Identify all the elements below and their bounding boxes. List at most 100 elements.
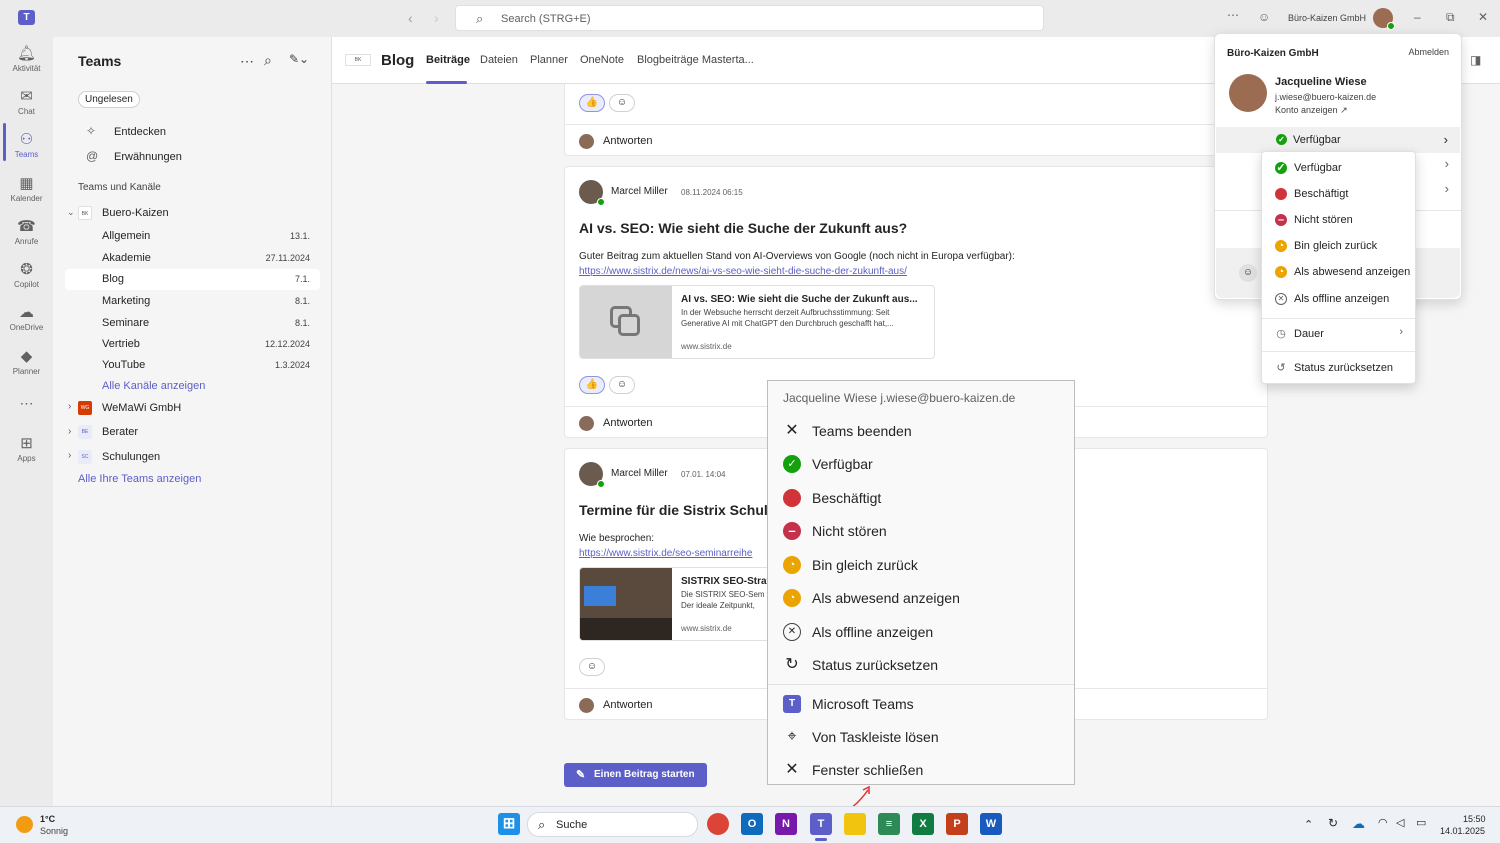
link-preview[interactable]: AI vs. SEO: Wie sieht die Suche der Zuku…: [579, 285, 935, 359]
add-reaction-icon[interactable]: ☺: [609, 376, 635, 394]
menu-item-offline[interactable]: ✕ Als offline anzeigen: [1262, 286, 1415, 312]
discover-link[interactable]: Entdecken: [114, 126, 166, 138]
reply-button[interactable]: Antworten: [603, 135, 653, 147]
menu-item-away[interactable]: ◔ Als abwesend anzeigen: [1262, 259, 1415, 285]
add-reaction-icon[interactable]: ☺: [579, 658, 605, 676]
word-icon[interactable]: W: [980, 813, 1002, 835]
like-reaction[interactable]: 👍: [579, 376, 605, 394]
post-link[interactable]: https://www.sistrix.de/seo-seminarreihe: [579, 548, 752, 559]
compose-icon[interactable]: ✎⌄: [289, 52, 309, 66]
menu-item-brb[interactable]: ◔ Bin gleich zurück: [1262, 233, 1415, 259]
jumplist-item-dnd[interactable]: – Nicht stören: [768, 514, 1074, 547]
rail-item-calendar[interactable]: ▦ Kalender: [0, 174, 53, 203]
jumplist-item-close-window[interactable]: ✕ Fenster schließen: [768, 753, 1074, 786]
tab-posts[interactable]: Beiträge: [426, 54, 470, 66]
tab-planner[interactable]: Planner: [530, 54, 568, 66]
chevron-right-icon[interactable]: ›: [68, 426, 71, 437]
file-explorer-icon[interactable]: [844, 813, 866, 835]
volume-icon[interactable]: ◁: [1396, 816, 1404, 829]
back-arrow-icon[interactable]: ‹: [408, 10, 413, 26]
powerpoint-icon[interactable]: P: [946, 813, 968, 835]
channel-item[interactable]: Marketing 8.1.: [65, 291, 320, 312]
channel-item[interactable]: Akademie 27.11.2024: [65, 248, 320, 269]
side-panel-icon[interactable]: ◨: [1470, 53, 1481, 67]
rail-item-apps[interactable]: ⊞ Apps: [0, 434, 53, 463]
chevron-right-icon[interactable]: ›: [1445, 181, 1449, 196]
chevron-down-icon[interactable]: ⌄: [67, 207, 75, 218]
outlook-icon[interactable]: O: [741, 813, 763, 835]
rail-more-icon[interactable]: ⋯: [0, 395, 53, 412]
taskbar-search[interactable]: ⌕ Suche: [527, 812, 698, 837]
menu-item-available[interactable]: ✓ Verfügbar: [1262, 155, 1415, 181]
rail-item-chat[interactable]: ✉ Chat: [0, 87, 53, 116]
like-reaction[interactable]: 👍: [579, 94, 605, 112]
rail-item-copilot[interactable]: ❂ Copilot: [0, 260, 53, 289]
team-name[interactable]: Berater: [102, 426, 138, 438]
jumplist-item-offline[interactable]: ✕ Als offline anzeigen: [768, 615, 1074, 648]
jumplist-item-app[interactable]: T Microsoft Teams: [768, 687, 1074, 720]
more-options-icon[interactable]: ⋯: [1227, 8, 1239, 22]
forward-arrow-icon[interactable]: ›: [434, 10, 439, 26]
team-name[interactable]: WeMaWi GmbH: [102, 402, 181, 414]
chevron-up-icon[interactable]: ⌃: [1304, 818, 1313, 831]
windows-start-icon[interactable]: ⊞: [498, 813, 520, 835]
jumplist-item-quit[interactable]: ✕ Teams beenden: [768, 414, 1074, 447]
people-icon[interactable]: ☺: [1258, 10, 1270, 24]
rail-item-onedrive[interactable]: ☁ OneDrive: [0, 303, 53, 332]
teams-taskbar-icon[interactable]: T: [810, 813, 832, 835]
onenote-icon[interactable]: N: [775, 813, 797, 835]
rail-item-activity[interactable]: 🔔︎ Aktivität: [0, 44, 53, 73]
jumplist-item-unpin[interactable]: ⌖ Von Taskleiste lösen: [768, 720, 1074, 753]
battery-icon[interactable]: ▭: [1416, 816, 1426, 829]
rail-item-teams[interactable]: ⚇ Teams: [0, 130, 53, 159]
mentions-link[interactable]: Erwähnungen: [114, 151, 182, 163]
team-name[interactable]: Schulungen: [102, 451, 160, 463]
menu-item-dnd[interactable]: – Nicht stören: [1262, 207, 1415, 233]
rail-item-planner[interactable]: ◆ Planner: [0, 347, 53, 376]
post-author[interactable]: Marcel Miller: [611, 468, 668, 479]
channel-item[interactable]: Vertrieb 12.12.2024: [65, 334, 320, 355]
menu-item-duration[interactable]: ◷ Dauer ›: [1262, 321, 1415, 347]
channel-item[interactable]: Seminare 8.1.: [65, 313, 320, 334]
search-icon[interactable]: ⌕: [264, 52, 272, 69]
chevron-right-icon[interactable]: ›: [68, 450, 71, 461]
jumplist-item-available[interactable]: ✓ Verfügbar: [768, 447, 1074, 480]
chevron-right-icon[interactable]: ›: [68, 401, 71, 412]
view-account-link[interactable]: Konto anzeigen ↗: [1275, 105, 1348, 116]
window-close-icon[interactable]: ✕: [1478, 10, 1488, 24]
rail-item-calls[interactable]: ☎ Anrufe: [0, 217, 53, 246]
start-post-button[interactable]: ✎ Einen Beitrag starten: [564, 763, 707, 787]
post-author[interactable]: Marcel Miller: [611, 186, 668, 197]
chevron-right-icon[interactable]: ›: [1445, 156, 1449, 171]
team-name[interactable]: Buero-Kaizen: [102, 207, 169, 219]
link-preview[interactable]: SISTRIX SEO-Strat Die SISTRIX SEO-Sem De…: [579, 567, 779, 641]
sync-icon[interactable]: ↻: [1328, 816, 1338, 830]
post-link[interactable]: https://www.sistrix.de/news/ai-vs-seo-wi…: [579, 266, 907, 277]
reply-button[interactable]: Antworten: [603, 699, 653, 711]
jumplist-item-busy[interactable]: Beschäftigt: [768, 481, 1074, 514]
add-reaction-icon[interactable]: ☺: [609, 94, 635, 112]
reply-button[interactable]: Antworten: [603, 417, 653, 429]
excel-icon[interactable]: X: [912, 813, 934, 835]
jumplist-item-brb[interactable]: ◔ Bin gleich zurück: [768, 548, 1074, 581]
chrome-icon[interactable]: [707, 813, 729, 835]
show-all-channels-link[interactable]: Alle Kanäle anzeigen: [102, 380, 205, 392]
unread-filter-chip[interactable]: Ungelesen: [78, 91, 140, 108]
restore-icon[interactable]: ⧉: [1446, 10, 1455, 25]
status-selector[interactable]: ✓ Verfügbar ›: [1216, 127, 1460, 153]
tab-files[interactable]: Dateien: [480, 54, 518, 66]
channel-item-selected[interactable]: Blog 7.1.: [65, 269, 320, 290]
search-box[interactable]: ⌕ Search (STRG+E): [455, 5, 1044, 31]
clock-time[interactable]: 15:50: [1463, 814, 1486, 824]
clock-date[interactable]: 14.01.2025: [1440, 826, 1485, 836]
channel-item[interactable]: YouTube 1.3.2024: [65, 355, 320, 376]
people-settings-icon[interactable]: ☺: [1239, 264, 1257, 282]
wifi-icon[interactable]: ◠: [1378, 816, 1388, 829]
jumplist-item-reset[interactable]: ↻ Status zurücksetzen: [768, 648, 1074, 681]
minimize-icon[interactable]: –: [1414, 10, 1421, 24]
channel-item[interactable]: Allgemein 13.1.: [65, 226, 320, 247]
more-options-icon[interactable]: ⋯: [240, 53, 254, 70]
onedrive-icon[interactable]: ☁: [1352, 816, 1365, 832]
show-all-teams-link[interactable]: Alle Ihre Teams anzeigen: [78, 473, 201, 485]
menu-item-busy[interactable]: Beschäftigt: [1262, 181, 1415, 207]
